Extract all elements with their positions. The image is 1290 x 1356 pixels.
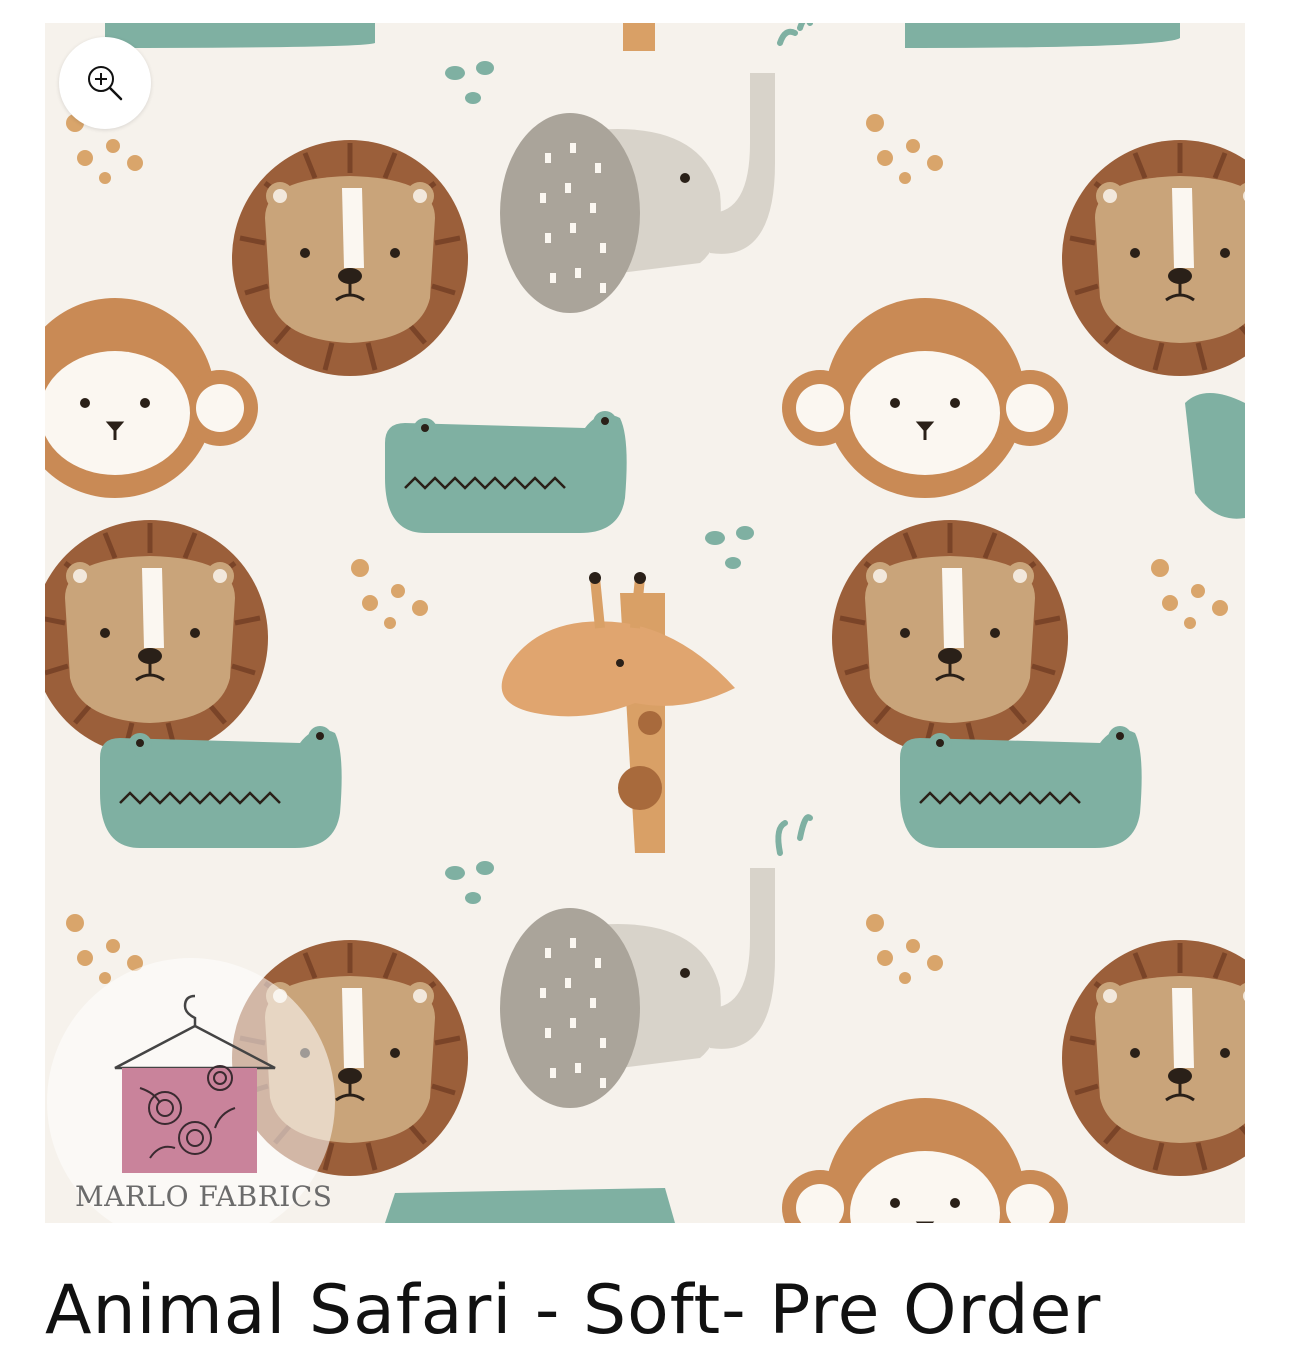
brand-watermark: MARLO FABRICS xyxy=(45,958,335,1223)
zoom-in-icon xyxy=(88,66,123,101)
watermark-brand-name: MARLO FABRICS xyxy=(75,1180,333,1213)
zoom-button[interactable] xyxy=(59,37,151,129)
hanger-logo-icon xyxy=(114,994,276,1173)
product-title: Animal Safari - Soft- Pre Order xyxy=(45,1271,1102,1350)
product-image[interactable]: MARLO FABRICS xyxy=(45,23,1245,1223)
